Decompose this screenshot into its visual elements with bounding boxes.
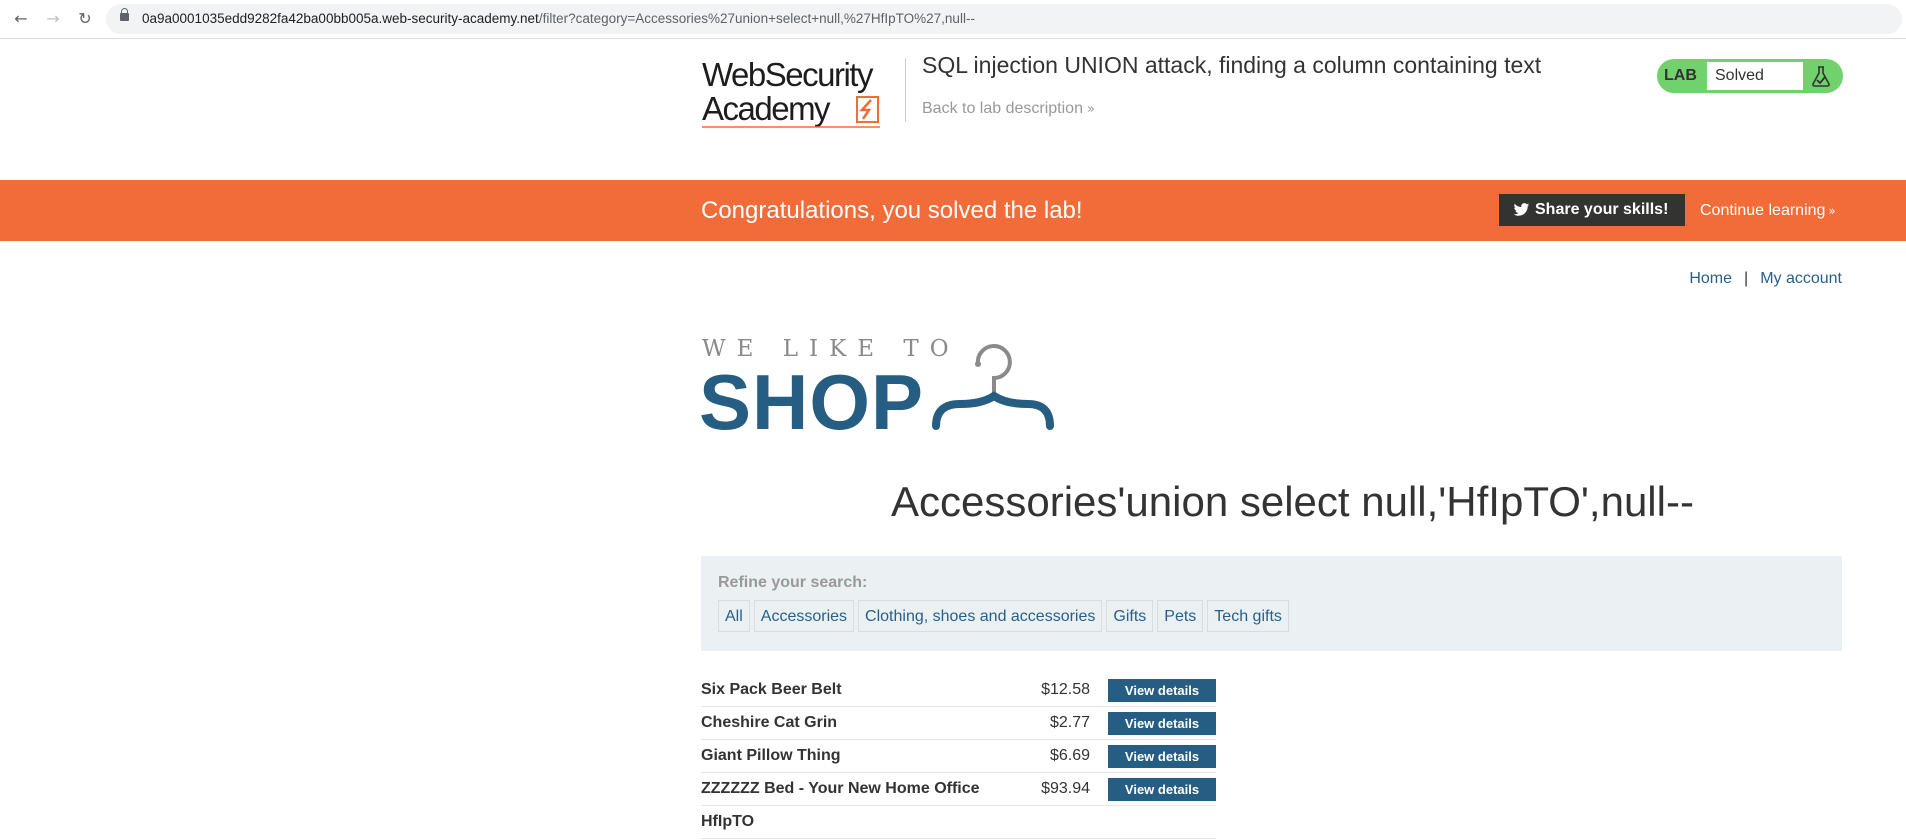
category-filter-accessories[interactable]: Accessories: [753, 600, 855, 632]
account-nav: Home | My account: [1689, 270, 1842, 288]
category-filter-all[interactable]: All: [718, 600, 750, 632]
view-details-button[interactable]: View details: [1108, 679, 1216, 702]
lab-solved-banner: Congratulations, you solved the lab! Sha…: [0, 180, 1906, 241]
double-chevron-right-icon: »: [1086, 102, 1095, 117]
view-details-button[interactable]: View details: [1108, 712, 1216, 735]
lab-status-value: Solved: [1707, 62, 1803, 90]
category-filter-pets[interactable]: Pets: [1157, 600, 1204, 632]
flask-icon: [1812, 66, 1830, 87]
table-row: Six Pack Beer Belt $12.58 View details: [701, 674, 1216, 707]
url-host: 0a9a0001035edd9282fa42ba00bb005a.web-sec…: [142, 11, 539, 26]
reload-icon[interactable]: ↻: [74, 8, 96, 30]
double-chevron-right-icon: »: [1828, 204, 1836, 218]
filter-label: Refine your search:: [718, 574, 868, 591]
lock-icon: [120, 8, 129, 21]
product-price: $12.58: [1041, 681, 1090, 698]
view-details-button[interactable]: View details: [1108, 745, 1216, 768]
category-filter-list: All Accessories Clothing, shoes and acce…: [718, 600, 1293, 632]
logo-line2: Academy: [702, 90, 831, 127]
product-name: Six Pack Beer Belt: [701, 681, 842, 698]
category-filter-clothing[interactable]: Clothing, shoes and accessories: [858, 600, 1103, 632]
product-price: $6.69: [1049, 747, 1090, 764]
logo-divider: [905, 58, 906, 122]
congratulations-message: Congratulations, you solved the lab!: [701, 197, 1083, 224]
share-button-label: Share your skills!: [1535, 201, 1669, 218]
shop-logo-word: SHOP: [699, 358, 925, 446]
nav-separator: |: [1744, 270, 1749, 287]
twitter-icon: [1513, 203, 1530, 216]
lab-title: SQL injection UNION attack, finding a co…: [922, 52, 1542, 78]
table-row: HfIpTO: [701, 806, 1216, 839]
table-row: Giant Pillow Thing $6.69 View details: [701, 740, 1216, 773]
continue-learning-label: Continue learning: [1700, 202, 1826, 219]
continue-learning-link[interactable]: Continue learning»: [1700, 180, 1836, 242]
my-account-link[interactable]: My account: [1760, 270, 1842, 287]
view-details-button[interactable]: View details: [1108, 778, 1216, 801]
share-your-skills-button[interactable]: Share your skills!: [1499, 194, 1685, 226]
logo-line1: WebSecurity: [702, 56, 874, 93]
forward-arrow-icon[interactable]: →: [42, 8, 64, 30]
table-row: ZZZZZZ Bed - Your New Home Office $93.94…: [701, 773, 1216, 806]
filter-panel: Refine your search: All Accessories Clot…: [701, 556, 1842, 651]
product-name: Cheshire Cat Grin: [701, 714, 838, 731]
back-arrow-icon[interactable]: ←: [10, 8, 32, 30]
category-heading: Accessories'union select null,'HfIpTO',n…: [891, 478, 1694, 525]
web-security-academy-logo[interactable]: WebSecurity Academy: [700, 52, 910, 132]
product-price: $93.94: [1041, 780, 1090, 797]
lab-status-badge: LAB Solved: [1657, 59, 1843, 93]
product-table: Six Pack Beer Belt $12.58 View details C…: [701, 674, 1216, 839]
category-filter-tech-gifts[interactable]: Tech gifts: [1207, 600, 1289, 632]
lab-status-label: LAB: [1664, 67, 1697, 84]
back-to-lab-description-link[interactable]: Back to lab description»: [922, 100, 1095, 118]
address-bar[interactable]: 0a9a0001035edd9282fa42ba00bb005a.web-sec…: [106, 4, 1902, 34]
browser-toolbar: ← → ↻ 0a9a0001035edd9282fa42ba00bb005a.w…: [0, 0, 1906, 39]
category-filter-gifts[interactable]: Gifts: [1106, 600, 1154, 632]
home-link[interactable]: Home: [1689, 270, 1732, 287]
url-path: /filter?category=Accessories%27union+sel…: [538, 11, 975, 26]
back-link-label: Back to lab description: [922, 100, 1083, 117]
product-name-injected: HfIpTO: [701, 813, 755, 830]
product-price: $2.77: [1049, 714, 1090, 731]
product-name: ZZZZZZ Bed - Your New Home Office: [701, 780, 980, 797]
clothes-hanger-icon: [932, 344, 1054, 430]
table-row: Cheshire Cat Grin $2.77 View details: [701, 707, 1216, 740]
url-text[interactable]: 0a9a0001035edd9282fa42ba00bb005a.web-sec…: [142, 4, 975, 34]
product-name: Giant Pillow Thing: [701, 747, 841, 764]
